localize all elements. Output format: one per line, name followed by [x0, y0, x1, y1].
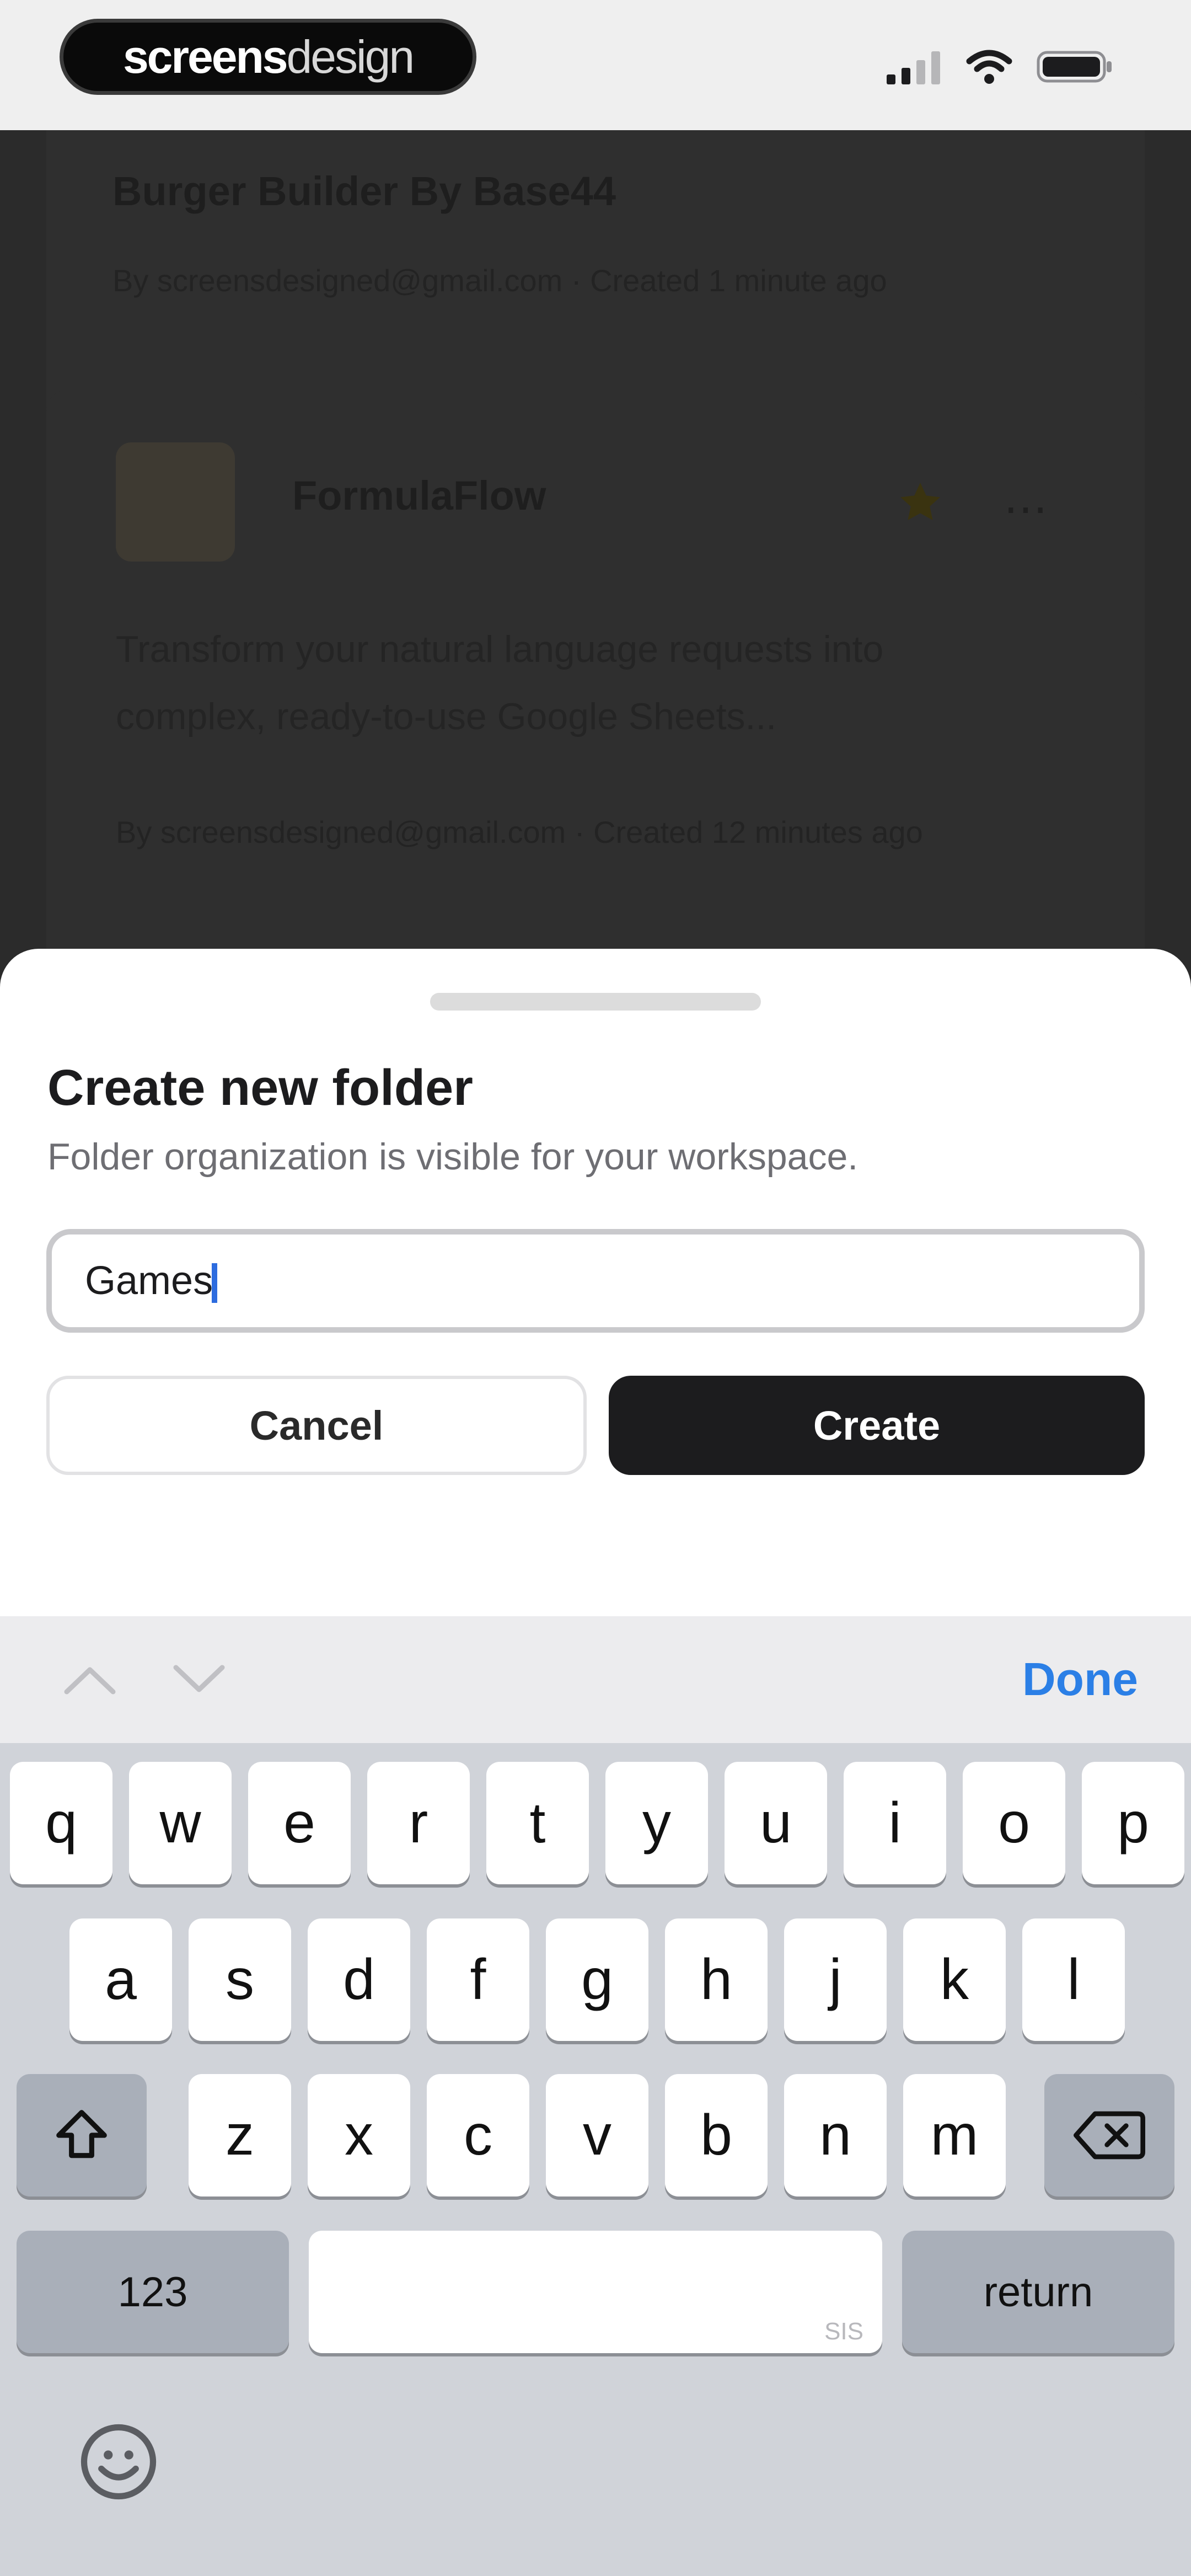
key-m[interactable]: m — [903, 2074, 1006, 2196]
key-w[interactable]: w — [129, 1762, 232, 1884]
logo-text-bold: screens — [122, 30, 288, 83]
project-title: Burger Builder By Base44 — [112, 168, 616, 214]
key-l[interactable]: l — [1022, 1918, 1125, 2041]
space-key-hint: SIS — [824, 2318, 863, 2345]
emoji-icon[interactable] — [77, 2420, 160, 2503]
key-x[interactable]: x — [308, 2074, 410, 2196]
more-options-icon[interactable]: ⋯ — [1004, 483, 1048, 535]
folder-name-field[interactable] — [46, 1229, 1145, 1333]
status-bar: screens design — [0, 0, 1191, 130]
description-line: complex, ready-to-use Google Sheets... — [116, 696, 777, 737]
sheet-grabber[interactable] — [430, 993, 761, 1011]
space-key[interactable]: SIS — [309, 2231, 882, 2353]
key-o[interactable]: o — [963, 1762, 1065, 1884]
backspace-key[interactable] — [1044, 2074, 1174, 2196]
dimmed-project-list: Burger Builder By Base44 By screensdesig… — [0, 130, 1191, 958]
text-cursor — [212, 1263, 217, 1303]
create-button[interactable]: Create — [609, 1376, 1145, 1475]
key-t[interactable]: t — [486, 1762, 589, 1884]
chevron-down-icon[interactable] — [169, 1649, 229, 1710]
key-a[interactable]: a — [69, 1918, 172, 2041]
key-z[interactable]: z — [189, 2074, 291, 2196]
key-s[interactable]: s — [189, 1918, 291, 2041]
shift-key[interactable] — [17, 2074, 147, 2196]
project-title: FormulaFlow — [292, 473, 546, 519]
key-y[interactable]: y — [605, 1762, 708, 1884]
logo-text-light: design — [286, 30, 415, 83]
done-button[interactable]: Done — [1022, 1653, 1138, 1706]
sheet-title: Create new folder — [47, 1060, 473, 1116]
sheet-subtitle: Folder organization is visible for your … — [47, 1136, 859, 1178]
key-q[interactable]: q — [10, 1762, 112, 1884]
key-j[interactable]: j — [784, 1918, 887, 2041]
project-description: Transform your natural language requests… — [116, 616, 883, 750]
key-i[interactable]: i — [844, 1762, 946, 1884]
project-meta: By screensdesigned@gmail.com · Created 1… — [116, 815, 923, 849]
keyboard-accessory-bar: Done — [0, 1616, 1191, 1743]
return-key[interactable]: return — [902, 2231, 1174, 2353]
screensdesign-logo: screens design — [60, 19, 476, 95]
numbers-key[interactable]: 123 — [17, 2231, 289, 2353]
shift-icon — [56, 2110, 107, 2158]
battery-icon — [1037, 51, 1112, 83]
key-n[interactable]: n — [784, 2074, 887, 2196]
key-p[interactable]: p — [1082, 1762, 1184, 1884]
key-v[interactable]: v — [546, 2074, 648, 2196]
cellular-signal-icon — [887, 51, 940, 84]
onscreen-keyboard: qwertyuiop asdfghjkl zxcvbnm 123 SIS ret… — [0, 1743, 1191, 2576]
chevron-up-icon[interactable] — [60, 1649, 120, 1710]
key-d[interactable]: d — [308, 1918, 410, 2041]
project-meta: By screensdesigned@gmail.com · Created 1… — [112, 263, 887, 298]
description-line: Transform your natural language requests… — [116, 628, 884, 670]
status-icons — [887, 47, 1114, 86]
backspace-icon — [1074, 2111, 1145, 2160]
key-h[interactable]: h — [665, 1918, 768, 2041]
wifi-icon — [966, 50, 1012, 84]
folder-name-input[interactable] — [85, 1234, 1077, 1327]
key-e[interactable]: e — [248, 1762, 351, 1884]
key-k[interactable]: k — [903, 1918, 1006, 2041]
key-r[interactable]: r — [367, 1762, 470, 1884]
cancel-button[interactable]: Cancel — [46, 1376, 587, 1475]
key-c[interactable]: c — [427, 2074, 529, 2196]
key-u[interactable]: u — [725, 1762, 827, 1884]
key-b[interactable]: b — [665, 2074, 768, 2196]
key-g[interactable]: g — [546, 1918, 648, 2041]
key-f[interactable]: f — [427, 1918, 529, 2041]
project-thumbnail — [116, 442, 235, 562]
star-icon[interactable] — [897, 479, 944, 526]
